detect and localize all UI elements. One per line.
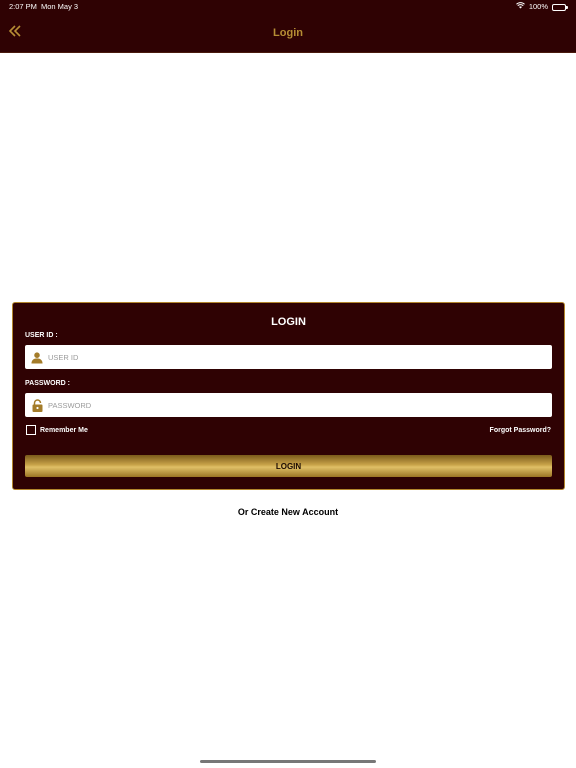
page-title: Login bbox=[273, 27, 303, 39]
user-icon bbox=[31, 351, 43, 364]
user-id-input[interactable] bbox=[48, 345, 552, 369]
status-time: 2:07 PM bbox=[9, 2, 37, 11]
password-field-wrapper bbox=[25, 393, 552, 417]
remember-me-toggle[interactable]: Remember Me bbox=[26, 425, 88, 435]
home-indicator bbox=[200, 760, 376, 763]
login-button[interactable]: LOGIN bbox=[25, 455, 552, 477]
lock-icon bbox=[31, 398, 43, 412]
login-card: LOGIN USER ID : PASSWORD : Remember Me F… bbox=[12, 302, 565, 490]
password-input[interactable] bbox=[48, 393, 552, 417]
forgot-password-link[interactable]: Forgot Password? bbox=[490, 427, 551, 434]
wifi-icon bbox=[515, 0, 525, 14]
user-id-field-wrapper bbox=[25, 345, 552, 369]
battery-icon bbox=[552, 3, 568, 11]
user-id-label: USER ID : bbox=[25, 332, 58, 339]
status-bar: 2:07 PM Mon May 3 100% bbox=[0, 0, 576, 14]
navigation-bar: 2:07 PM Mon May 3 100% Login bbox=[0, 0, 576, 53]
remember-me-checkbox[interactable] bbox=[26, 425, 36, 435]
create-account-link[interactable]: Or Create New Account bbox=[0, 507, 576, 517]
password-label: PASSWORD : bbox=[25, 380, 70, 387]
status-date: Mon May 3 bbox=[41, 2, 79, 11]
remember-me-label: Remember Me bbox=[40, 426, 88, 434]
status-right: 100% bbox=[515, 0, 568, 14]
battery-percent: 100% bbox=[528, 2, 548, 11]
login-card-title: LOGIN bbox=[271, 316, 306, 328]
